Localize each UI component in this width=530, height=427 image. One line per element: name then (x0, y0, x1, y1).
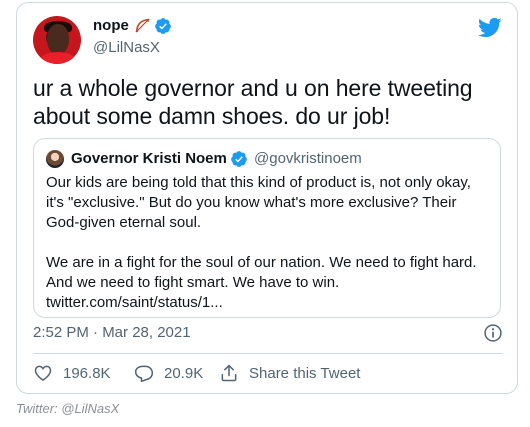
quoted-link: twitter.com/saint/status/1... (46, 294, 223, 311)
reply-icon (134, 365, 154, 383)
author-display-name[interactable]: nope (93, 16, 129, 36)
reply-button[interactable]: 20.9K (134, 362, 203, 384)
share-label: Share this Tweet (249, 364, 361, 382)
image-caption: Twitter: @LilNasX (16, 401, 120, 416)
divider (33, 353, 503, 354)
share-icon (221, 364, 237, 382)
info-icon[interactable] (483, 323, 503, 343)
quoted-author-avatar[interactable] (46, 150, 64, 168)
verified-badge-icon (155, 18, 171, 34)
tweet-timestamp[interactable]: 2:52 PM · Mar 28, 2021 (33, 323, 191, 343)
quoted-paragraph: Our kids are being told that this kind o… (46, 174, 471, 231)
quoted-tweet-body: Our kids are being told that this kind o… (46, 173, 492, 313)
reply-count: 20.9K (164, 364, 204, 382)
quoted-paragraph: We are in a fight for the soul of our na… (46, 254, 477, 291)
twitter-bird-icon[interactable] (477, 17, 502, 38)
author-handle[interactable]: @LilNasX (93, 38, 160, 58)
quoted-author-handle[interactable]: @govkristinoem (254, 149, 362, 169)
quoted-tweet[interactable]: Governor Kristi Noem @govkristinoem Our … (33, 138, 501, 318)
quoted-author-display-name[interactable]: Governor Kristi Noem (71, 149, 227, 169)
verified-badge-icon (231, 151, 247, 167)
share-button[interactable]: Share this Tweet (219, 362, 360, 384)
bow-and-arrow-icon (135, 18, 150, 33)
like-button[interactable]: 196.8K (33, 362, 111, 384)
author-avatar[interactable] (33, 16, 81, 64)
tweet-card: nope @LilNasX ur a whole governor and u … (16, 2, 518, 394)
tweet-text: ur a whole governor and u on here tweeti… (33, 75, 473, 129)
like-count: 196.8K (63, 364, 111, 382)
heart-icon (34, 365, 52, 381)
